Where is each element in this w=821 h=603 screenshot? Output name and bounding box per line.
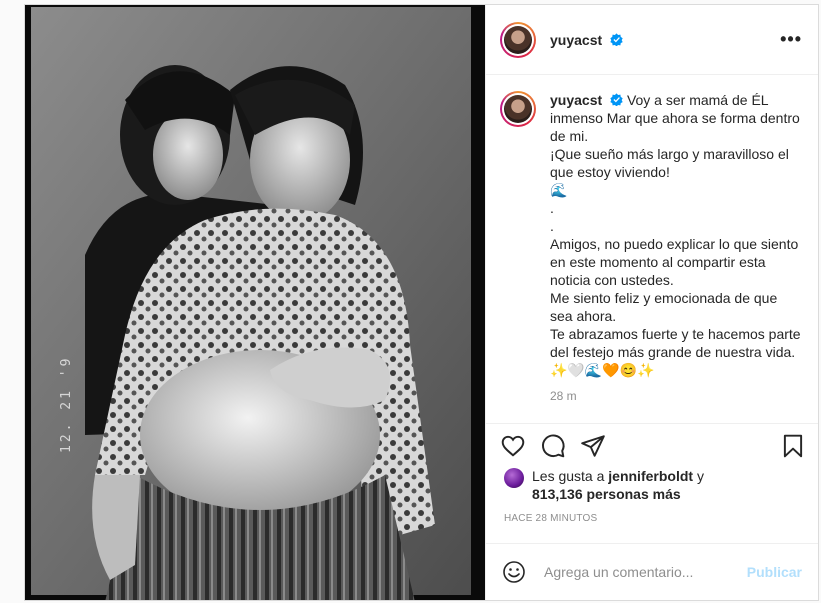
more-options-icon[interactable]: ••• xyxy=(780,29,802,50)
avatar-image xyxy=(504,25,532,54)
bookmark-icon[interactable] xyxy=(780,433,806,459)
caption-line: ¡Que sueño más largo y maravilloso el qu… xyxy=(550,146,789,180)
publish-button[interactable]: Publicar xyxy=(747,564,802,580)
caption: yuyacst Voy a ser mamá de ÉL inmenso Mar… xyxy=(500,91,802,405)
caption-time: 28 m xyxy=(550,389,577,403)
caption-line: Me siento feliz y emocionada de que sea … xyxy=(550,290,778,324)
post-card: 12. 21 '9 yuyacst ••• yuyacst Voy a ser … xyxy=(24,4,819,601)
comment-input[interactable] xyxy=(542,563,747,581)
header-username[interactable]: yuyacst xyxy=(550,32,623,48)
action-bar xyxy=(486,423,818,467)
caption-username[interactable]: yuyacst xyxy=(550,92,602,108)
avatar-inner xyxy=(502,23,534,56)
emoji-icon[interactable] xyxy=(502,560,526,584)
post-photo-image xyxy=(25,5,485,600)
post-timestamp[interactable]: Hace 28 minutos xyxy=(486,503,818,531)
verified-badge-icon xyxy=(610,32,623,46)
verified-badge-icon xyxy=(610,93,623,106)
comment-icon[interactable] xyxy=(540,433,566,459)
caption-line: . xyxy=(550,218,554,234)
post-header: yuyacst ••• xyxy=(486,5,818,75)
liker-username[interactable]: jenniferboldt xyxy=(608,468,693,484)
liker-avatar[interactable] xyxy=(504,468,524,488)
author-avatar[interactable] xyxy=(500,21,536,58)
caption-avatar[interactable] xyxy=(500,91,536,127)
caption-body: yuyacst Voy a ser mamá de ÉL inmenso Mar… xyxy=(550,91,802,405)
header-username-text[interactable]: yuyacst xyxy=(550,32,602,48)
caption-line: ✨🤍🌊🧡😊✨ xyxy=(550,362,655,378)
likes-text: Les gusta a jenniferboldt y 813,136 pers… xyxy=(532,467,704,503)
comments-section: yuyacst Voy a ser mamá de ÉL inmenso Mar… xyxy=(486,75,818,423)
likes-row: Les gusta a jenniferboldt y 813,136 pers… xyxy=(504,467,802,503)
heart-icon[interactable] xyxy=(500,433,526,459)
share-icon[interactable] xyxy=(580,433,606,459)
photo-date-stamp: 12. 21 '9 xyxy=(59,355,74,453)
avatar-inner xyxy=(502,93,534,125)
post-photo[interactable]: 12. 21 '9 xyxy=(25,5,485,600)
avatar-image xyxy=(504,95,532,123)
likes-conj: y xyxy=(696,468,704,484)
likes-count[interactable]: 813,136 personas más xyxy=(532,486,681,502)
comment-box: Publicar xyxy=(486,543,818,600)
post-sidebar: yuyacst ••• yuyacst Voy a ser mamá de ÉL… xyxy=(485,5,818,600)
caption-line: . xyxy=(550,200,554,216)
likes-section: Les gusta a jenniferboldt y 813,136 pers… xyxy=(486,467,818,503)
caption-line: 🌊 xyxy=(550,182,568,198)
caption-line: Te abrazamos fuerte y te hacemos parte d… xyxy=(550,326,801,360)
likes-prefix: Les gusta a xyxy=(532,468,605,484)
caption-line: Amigos, no puedo explicar lo que siento … xyxy=(550,236,799,288)
